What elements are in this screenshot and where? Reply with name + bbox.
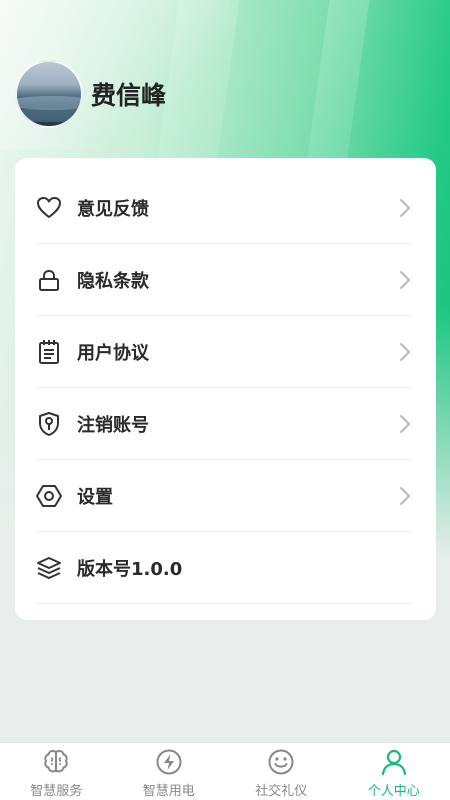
tab-label: 个人中心 — [367, 784, 420, 799]
chevron-right-icon — [400, 415, 410, 433]
hexagon-nut-icon — [35, 482, 63, 510]
heart-icon — [35, 194, 63, 222]
menu-item-user-agreement[interactable]: 用户协议 — [35, 316, 412, 388]
chevron-right-icon — [400, 271, 410, 289]
menu-item-label: 设置 — [77, 486, 113, 508]
profile-header[interactable]: 费信峰 — [15, 60, 166, 128]
brain-icon — [44, 749, 68, 773]
notepad-icon — [35, 338, 63, 366]
avatar[interactable] — [15, 60, 83, 128]
menu-item-label: 用户协议 — [77, 342, 149, 364]
menu-item-label: 注销账号 — [77, 414, 149, 436]
lightning-icon — [156, 749, 182, 775]
username: 费信峰 — [91, 81, 167, 110]
tab-smart-power[interactable]: 智慧用电 — [113, 743, 226, 800]
layers-icon — [35, 554, 63, 582]
lock-icon — [35, 266, 63, 294]
person-icon — [381, 749, 406, 776]
tab-social-etiquette[interactable]: 社交礼仪 — [225, 743, 338, 800]
menu-item-feedback[interactable]: 意见反馈 — [35, 172, 412, 244]
chevron-right-icon — [400, 487, 410, 505]
version-label: 版本号1.0.0 — [77, 558, 183, 580]
menu-item-version: 版本号1.0.0 — [35, 532, 412, 604]
tab-personal-center[interactable]: 个人中心 — [338, 743, 450, 800]
bottom-tab-bar: 智慧服务 智慧用电 社交礼仪 个人中心 — [0, 742, 450, 800]
tab-label: 智慧用电 — [142, 784, 195, 799]
smiley-icon — [268, 749, 294, 775]
chevron-right-icon — [400, 343, 410, 361]
shield-key-icon — [35, 410, 63, 438]
menu-item-label: 意见反馈 — [77, 198, 149, 220]
menu-item-delete-account[interactable]: 注销账号 — [35, 388, 412, 460]
chevron-right-icon — [400, 199, 410, 217]
menu-item-settings[interactable]: 设置 — [35, 460, 412, 532]
tab-smart-service[interactable]: 智慧服务 — [0, 743, 113, 800]
tab-label: 智慧服务 — [30, 784, 83, 799]
menu-item-privacy[interactable]: 隐私条款 — [35, 244, 412, 316]
menu-card: 意见反馈 隐私条款 用户协议 注销账号 设置 版本号1.0.0 — [15, 158, 436, 620]
tab-label: 社交礼仪 — [255, 784, 308, 799]
menu-item-label: 隐私条款 — [77, 270, 149, 292]
